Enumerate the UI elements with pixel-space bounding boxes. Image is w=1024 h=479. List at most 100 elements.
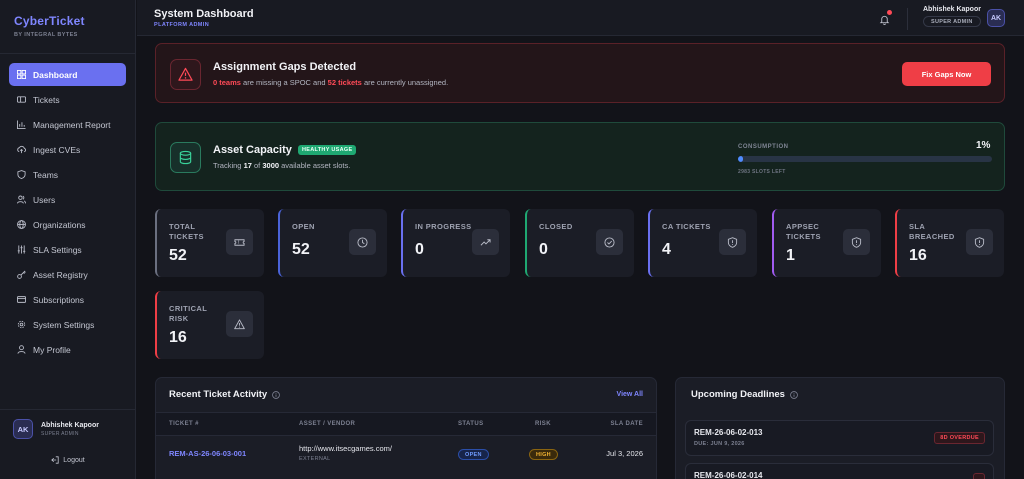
stat-card-ca-tickets[interactable]: CA TICKETS 4 bbox=[648, 209, 757, 277]
stat-label: IN PROGRESS bbox=[415, 222, 472, 231]
alert-title: Assignment Gaps Detected bbox=[213, 61, 357, 73]
sidebar-item-label: Ingest CVEs bbox=[33, 144, 81, 155]
deadline-item[interactable]: REM-26-06-02-014 bbox=[685, 463, 994, 479]
sidebar-item-label: Dashboard bbox=[33, 69, 78, 80]
sidebar-item-ingest-cves[interactable]: Ingest CVEs bbox=[9, 138, 126, 161]
sidebar-item-label: SLA Settings bbox=[33, 244, 82, 255]
database-icon bbox=[170, 142, 201, 173]
assignment-gaps-alert: Assignment Gaps Detected 0 teams are mis… bbox=[155, 43, 1005, 103]
stat-label: TOTAL TICKETS bbox=[169, 222, 204, 241]
overdue-badge: 8D OVERDUE bbox=[934, 432, 985, 444]
brand: CyberTicket BY INTEGRAL BYTES bbox=[0, 0, 135, 54]
capacity-text: Tracking 17 of 3000 available asset slot… bbox=[213, 161, 350, 170]
stat-label: SLA BREACHED bbox=[909, 222, 955, 241]
stat-card-total-tickets[interactable]: TOTAL TICKETS 52 bbox=[155, 209, 264, 277]
sidebar-item-management-report[interactable]: Management Report bbox=[9, 113, 126, 136]
stat-card-appsec-tickets[interactable]: APPSEC TICKETS 1 bbox=[772, 209, 881, 277]
stat-card-critical-risk[interactable]: CRITICAL RISK 16 bbox=[155, 291, 264, 359]
stat-card-sla-breached[interactable]: SLA BREACHED 16 bbox=[895, 209, 1004, 277]
info-icon[interactable] bbox=[272, 390, 281, 399]
sidebar-item-label: Organizations bbox=[33, 219, 86, 230]
info-icon[interactable] bbox=[790, 390, 798, 399]
capacity-tracked: 17 bbox=[243, 161, 252, 170]
deadline-item[interactable]: REM-26-06-02-013 DUE: JUN 9, 2026 8D OVE… bbox=[685, 420, 994, 456]
column-header-asset: ASSET / VENDOR bbox=[299, 421, 356, 427]
capacity-title: Asset Capacity bbox=[213, 144, 292, 156]
notification-dot bbox=[887, 10, 892, 15]
sidebar-user-name: Abhishek Kapoor bbox=[41, 421, 99, 429]
overdue-badge bbox=[973, 473, 985, 479]
sidebar-item-tickets[interactable]: Tickets bbox=[9, 88, 126, 111]
sidebar-item-label: Teams bbox=[33, 169, 59, 180]
logout-label: Logout bbox=[63, 456, 85, 464]
column-header-status: STATUS bbox=[458, 421, 484, 427]
warning-icon bbox=[170, 59, 201, 90]
trending-up-icon bbox=[472, 229, 499, 255]
globe-icon bbox=[17, 220, 26, 229]
bar-chart-icon bbox=[17, 120, 26, 129]
page-title: System Dashboard bbox=[154, 8, 254, 20]
sidebar-item-organizations[interactable]: Organizations bbox=[9, 213, 126, 236]
dashboard-icon bbox=[17, 70, 26, 79]
table-header: TICKET # ASSET / VENDOR STATUS RISK SLA … bbox=[156, 412, 656, 436]
status-badge: OPEN bbox=[458, 449, 489, 460]
view-all-link[interactable]: View All bbox=[617, 391, 643, 398]
stat-value: 52 bbox=[292, 241, 310, 258]
stat-value: 16 bbox=[909, 247, 927, 264]
header-user-name[interactable]: Abhishek Kapoor bbox=[923, 6, 981, 13]
key-icon bbox=[17, 270, 26, 279]
ticket-id-link[interactable]: REM-AS-26-06-03-001 bbox=[169, 449, 246, 458]
column-header-risk: RISK bbox=[535, 421, 551, 427]
alert-tickets-count: 52 tickets bbox=[327, 78, 362, 87]
ticket-icon bbox=[226, 229, 253, 255]
credit-card-icon bbox=[17, 295, 26, 304]
notifications-button[interactable] bbox=[879, 10, 892, 25]
warning-icon bbox=[226, 311, 253, 337]
avatar: AK bbox=[13, 419, 33, 439]
deadline-due-date: DUE: JUN 9, 2026 bbox=[694, 441, 745, 447]
sidebar-item-label: Users bbox=[33, 194, 56, 205]
sidebar-item-system-settings[interactable]: System Settings bbox=[9, 313, 126, 336]
column-header-ticket: TICKET # bbox=[169, 421, 199, 427]
top-header: System Dashboard PLATFORM ADMIN Abhishek… bbox=[137, 0, 1024, 36]
alert-teams-count: 0 teams bbox=[213, 78, 241, 87]
user-icon bbox=[17, 345, 26, 354]
sidebar-item-label: Subscriptions bbox=[33, 294, 85, 305]
sidebar-item-label: System Settings bbox=[33, 319, 95, 330]
logout-button[interactable]: Logout bbox=[0, 456, 136, 464]
sidebar-item-sla-settings[interactable]: SLA Settings bbox=[9, 238, 126, 261]
stat-value: 16 bbox=[169, 329, 187, 346]
alert-text-end: are currently unassigned. bbox=[361, 78, 449, 87]
stat-value: 0 bbox=[539, 241, 548, 258]
panel-title-text: Recent Ticket Activity bbox=[169, 389, 268, 400]
stat-card-open[interactable]: OPEN 52 bbox=[278, 209, 387, 277]
stat-card-closed[interactable]: CLOSED 0 bbox=[525, 209, 634, 277]
column-header-sla-date: SLA DATE bbox=[610, 421, 643, 427]
consumption-label: CONSUMPTION bbox=[738, 144, 789, 150]
cloud-upload-icon bbox=[17, 145, 26, 154]
sidebar-item-label: Tickets bbox=[33, 94, 60, 105]
sidebar-item-asset-registry[interactable]: Asset Registry bbox=[9, 263, 126, 286]
shield-alert-icon bbox=[966, 229, 993, 255]
sidebar-item-users[interactable]: Users bbox=[9, 188, 126, 211]
table-row[interactable]: REM-AS-26-06-03-001 http://www.itsecgame… bbox=[156, 436, 656, 472]
sliders-icon bbox=[17, 245, 26, 254]
sidebar-item-subscriptions[interactable]: Subscriptions bbox=[9, 288, 126, 311]
shield-alert-icon bbox=[843, 229, 870, 255]
sidebar-item-label: Management Report bbox=[33, 119, 111, 130]
sidebar-item-teams[interactable]: Teams bbox=[9, 163, 126, 186]
brand-title[interactable]: CyberTicket bbox=[14, 14, 135, 28]
ticket-icon bbox=[17, 95, 26, 104]
header-avatar[interactable]: AK bbox=[987, 9, 1005, 27]
upcoming-deadlines-panel: Upcoming Deadlines REM-26-06-02-013 DUE:… bbox=[675, 377, 1005, 479]
capacity-text-pre: Tracking bbox=[213, 161, 244, 170]
deadline-ticket-id: REM-26-06-02-013 bbox=[694, 428, 763, 437]
sidebar-user: AK Abhishek Kapoor SUPER ADMIN bbox=[0, 410, 136, 439]
fix-gaps-button[interactable]: Fix Gaps Now bbox=[902, 62, 991, 86]
sidebar-item-dashboard[interactable]: Dashboard bbox=[9, 63, 126, 86]
sidebar-item-my-profile[interactable]: My Profile bbox=[9, 338, 126, 361]
stat-value: 52 bbox=[169, 247, 187, 264]
stat-card-in-progress[interactable]: IN PROGRESS 0 bbox=[401, 209, 510, 277]
risk-badge: HIGH bbox=[529, 449, 558, 460]
asset-vendor: EXTERNAL bbox=[299, 456, 331, 462]
